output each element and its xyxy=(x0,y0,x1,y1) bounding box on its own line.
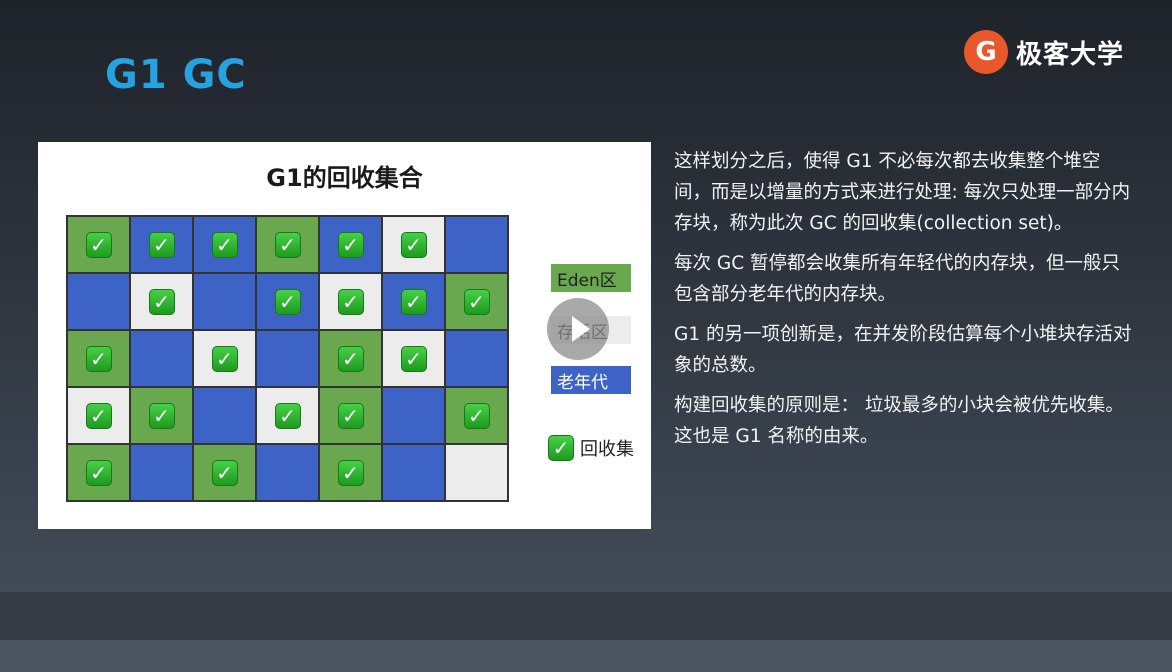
region-cell xyxy=(130,330,193,387)
check-icon: ✓ xyxy=(274,288,301,315)
legend-old-swatch: 老年代 xyxy=(551,366,631,394)
region-cell xyxy=(382,387,445,444)
region-cell: ✓ xyxy=(256,216,319,273)
region-cell: ✓ xyxy=(130,387,193,444)
region-cell: ✓ xyxy=(67,330,130,387)
check-icon: ✓ xyxy=(400,231,427,258)
check-icon: ✓ xyxy=(274,402,301,429)
slide-title: G1 GC xyxy=(105,52,247,98)
region-cell: ✓ xyxy=(319,216,382,273)
region-cell: ✓ xyxy=(445,273,508,330)
check-icon: ✓ xyxy=(463,402,490,429)
region-cell: ✓ xyxy=(130,273,193,330)
paragraph-4: 构建回收集的原则是： 垃圾最多的小块会被优先收集。这也是 G1 名称的由来。 xyxy=(674,395,1124,447)
region-cell: ✓ xyxy=(193,444,256,501)
heap-region-grid: ✓ ✓ ✓ ✓ ✓ ✓ ✓ ✓ ✓ ✓ ✓ ✓ ✓ ✓ ✓ ✓ ✓ ✓ ✓ ✓ ✓ ✓ ✓ xyxy=(66,215,509,502)
legend-old: 老年代 xyxy=(551,366,631,394)
region-cell: ✓ xyxy=(319,330,382,387)
region-cell: ✓ xyxy=(445,387,508,444)
region-cell: ✓ xyxy=(193,330,256,387)
region-cell xyxy=(445,216,508,273)
paragraph-3: G1 的另一项创新是，在并发阶段估算每个小堆块存活对象的总数。 xyxy=(674,324,1132,376)
check-icon: ✓ xyxy=(211,459,238,486)
check-icon: ✓ xyxy=(400,288,427,315)
logo-text: 极客大学 xyxy=(1016,39,1125,70)
slide: G1 GC G 极客大学 G1的回收集合 ✓ ✓ ✓ ✓ ✓ ✓ ✓ ✓ ✓ ✓ ✓ ✓ ✓ ✓ ✓ ✓ ✓ ✓ ✓… xyxy=(0,0,1172,592)
check-icon: ✓ xyxy=(337,459,364,486)
region-cell: ✓ xyxy=(130,216,193,273)
region-cell xyxy=(130,444,193,501)
brand-logo: G 极客大学 xyxy=(964,30,1124,74)
legend-collection: ✓ 回收集 xyxy=(548,435,634,461)
check-icon: ✓ xyxy=(337,288,364,315)
region-cell xyxy=(193,387,256,444)
check-icon: ✓ xyxy=(148,231,175,258)
check-icon: ✓ xyxy=(148,402,175,429)
check-icon: ✓ xyxy=(85,231,112,258)
region-cell xyxy=(256,444,319,501)
region-cell xyxy=(256,330,319,387)
region-cell: ✓ xyxy=(319,444,382,501)
paragraph-2: 每次 GC 暂停都会收集所有年轻代的内存块，但一般只包含部分老年代的内存块。 xyxy=(674,253,1121,305)
check-icon: ✓ xyxy=(85,402,112,429)
logo-icon: G xyxy=(964,30,1008,74)
region-cell xyxy=(445,444,508,501)
legend-eden: Eden区 xyxy=(551,264,631,292)
check-icon: ✓ xyxy=(211,231,238,258)
check-icon: ✓ xyxy=(463,288,490,315)
region-cell xyxy=(67,273,130,330)
region-cell: ✓ xyxy=(67,444,130,501)
check-icon: ✓ xyxy=(548,435,574,461)
region-cell: ✓ xyxy=(382,216,445,273)
region-cell: ✓ xyxy=(67,216,130,273)
region-cell: ✓ xyxy=(319,273,382,330)
region-cell xyxy=(445,330,508,387)
check-icon: ✓ xyxy=(400,345,427,372)
region-cell xyxy=(193,273,256,330)
check-icon: ✓ xyxy=(85,459,112,486)
slide-body: 这样划分之后，使得 G1 不必每次都去收集整个堆空间，而是以增量的方式来进行处理… xyxy=(674,146,1134,461)
paragraph-1: 这样划分之后，使得 G1 不必每次都去收集整个堆空间，而是以增量的方式来进行处理… xyxy=(674,151,1131,234)
region-cell: ✓ xyxy=(256,273,319,330)
check-icon: ✓ xyxy=(337,231,364,258)
region-cell: ✓ xyxy=(256,387,319,444)
check-icon: ✓ xyxy=(274,231,301,258)
check-icon: ✓ xyxy=(148,288,175,315)
region-cell: ✓ xyxy=(319,387,382,444)
player-bar-lower xyxy=(0,640,1172,672)
check-icon: ✓ xyxy=(337,402,364,429)
check-icon: ✓ xyxy=(337,345,364,372)
legend-eden-swatch: Eden区 xyxy=(551,264,631,292)
region-cell: ✓ xyxy=(382,273,445,330)
play-icon[interactable] xyxy=(547,298,609,360)
diagram-title: G1的回收集合 xyxy=(266,164,423,192)
check-icon: ✓ xyxy=(85,345,112,372)
region-cell xyxy=(382,444,445,501)
region-cell: ✓ xyxy=(382,330,445,387)
check-icon: ✓ xyxy=(211,345,238,372)
legend-collection-label: 回收集 xyxy=(580,439,634,460)
region-cell: ✓ xyxy=(193,216,256,273)
region-diagram: G1的回收集合 ✓✓✓✓✓✓✓✓✓✓✓✓✓✓✓✓✓✓✓✓✓✓✓ Eden区 存活… xyxy=(38,142,651,529)
region-cell: ✓ xyxy=(67,387,130,444)
player-bar xyxy=(0,592,1172,640)
